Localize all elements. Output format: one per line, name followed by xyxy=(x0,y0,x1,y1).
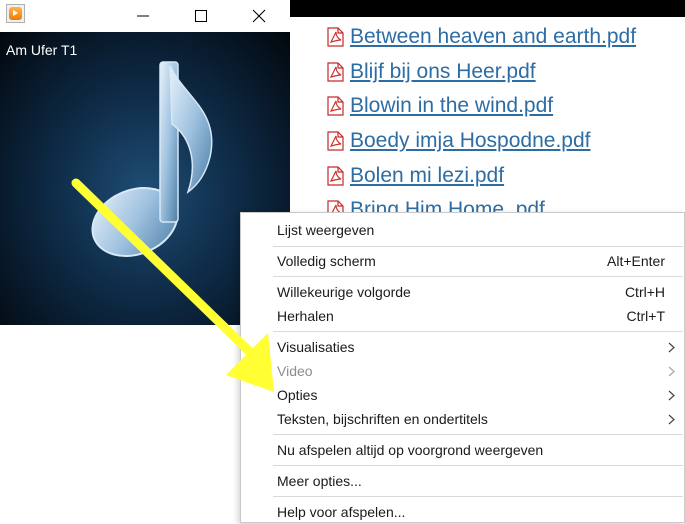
menu-separator xyxy=(273,434,683,435)
file-list-item[interactable]: Boedy imja Hospodne.pdf xyxy=(327,124,636,159)
minimize-button[interactable] xyxy=(120,0,166,32)
chevron-right-icon xyxy=(668,366,675,377)
menu-separator xyxy=(273,496,683,497)
pdf-file-icon xyxy=(327,96,344,117)
maximize-icon xyxy=(195,10,207,22)
file-link[interactable]: Boedy imja Hospodne.pdf xyxy=(350,129,591,153)
context-menu: Lijst weergeven Volledig scherm Alt+Ente… xyxy=(240,212,685,523)
menu-item-always-on-top[interactable]: Nu afspelen altijd op voorgrond weergeve… xyxy=(241,439,684,462)
track-title: Am Ufer T1 xyxy=(6,42,78,58)
pdf-file-icon xyxy=(327,62,344,82)
menu-separator xyxy=(273,246,683,247)
menu-item-full-screen[interactable]: Volledig scherm Alt+Enter xyxy=(241,250,684,273)
close-icon xyxy=(252,9,266,23)
file-list-item[interactable]: Blijf bij ons Heer.pdf xyxy=(327,55,636,90)
file-list: Between heaven and earth.pdf Blijf bij o… xyxy=(327,20,636,228)
menu-item-video: Video xyxy=(241,360,684,383)
file-link[interactable]: Between heaven and earth.pdf xyxy=(350,25,636,49)
file-list-item[interactable]: Bolen mi lezi.pdf xyxy=(327,158,636,193)
pdf-file-icon xyxy=(327,27,344,47)
pdf-file-icon xyxy=(327,166,344,186)
maximize-button[interactable] xyxy=(178,0,224,32)
close-button[interactable] xyxy=(236,0,282,32)
menu-separator xyxy=(273,331,683,332)
pdf-file-icon xyxy=(327,131,344,151)
menu-item-more-options[interactable]: Meer opties... xyxy=(241,470,684,493)
shortcut-label: Ctrl+H xyxy=(624,284,665,300)
chevron-right-icon xyxy=(668,414,675,425)
menu-item-repeat[interactable]: Herhalen Ctrl+T xyxy=(241,305,684,328)
background-band xyxy=(290,0,685,17)
music-note-icon xyxy=(91,61,213,257)
file-list-item[interactable]: Between heaven and earth.pdf xyxy=(327,20,636,55)
shortcut-label: Alt+Enter xyxy=(607,253,665,269)
file-link[interactable]: Bolen mi lezi.pdf xyxy=(350,164,504,188)
shortcut-label: Ctrl+T xyxy=(626,308,666,324)
menu-item-list-view[interactable]: Lijst weergeven xyxy=(241,219,684,242)
chevron-right-icon xyxy=(668,390,675,401)
file-link[interactable]: Blowin in the wind.pdf xyxy=(350,94,553,118)
menu-item-help[interactable]: Help voor afspelen... xyxy=(241,501,684,524)
menu-item-options[interactable]: Opties xyxy=(241,384,684,407)
menu-item-lyrics-captions-subtitles[interactable]: Teksten, bijschriften en ondertitels xyxy=(241,408,684,431)
windows-media-player-icon[interactable] xyxy=(6,4,25,23)
file-list-item[interactable]: Blowin in the wind.pdf xyxy=(327,89,636,124)
title-bar[interactable] xyxy=(0,0,290,32)
file-link[interactable]: Blijf bij ons Heer.pdf xyxy=(350,60,536,84)
menu-item-visualizations[interactable]: Visualisaties xyxy=(241,336,684,359)
menu-item-shuffle[interactable]: Willekeurige volgorde Ctrl+H xyxy=(241,281,684,304)
menu-separator xyxy=(273,465,683,466)
menu-separator xyxy=(273,276,683,277)
minimize-icon xyxy=(137,15,149,17)
chevron-right-icon xyxy=(668,342,675,353)
